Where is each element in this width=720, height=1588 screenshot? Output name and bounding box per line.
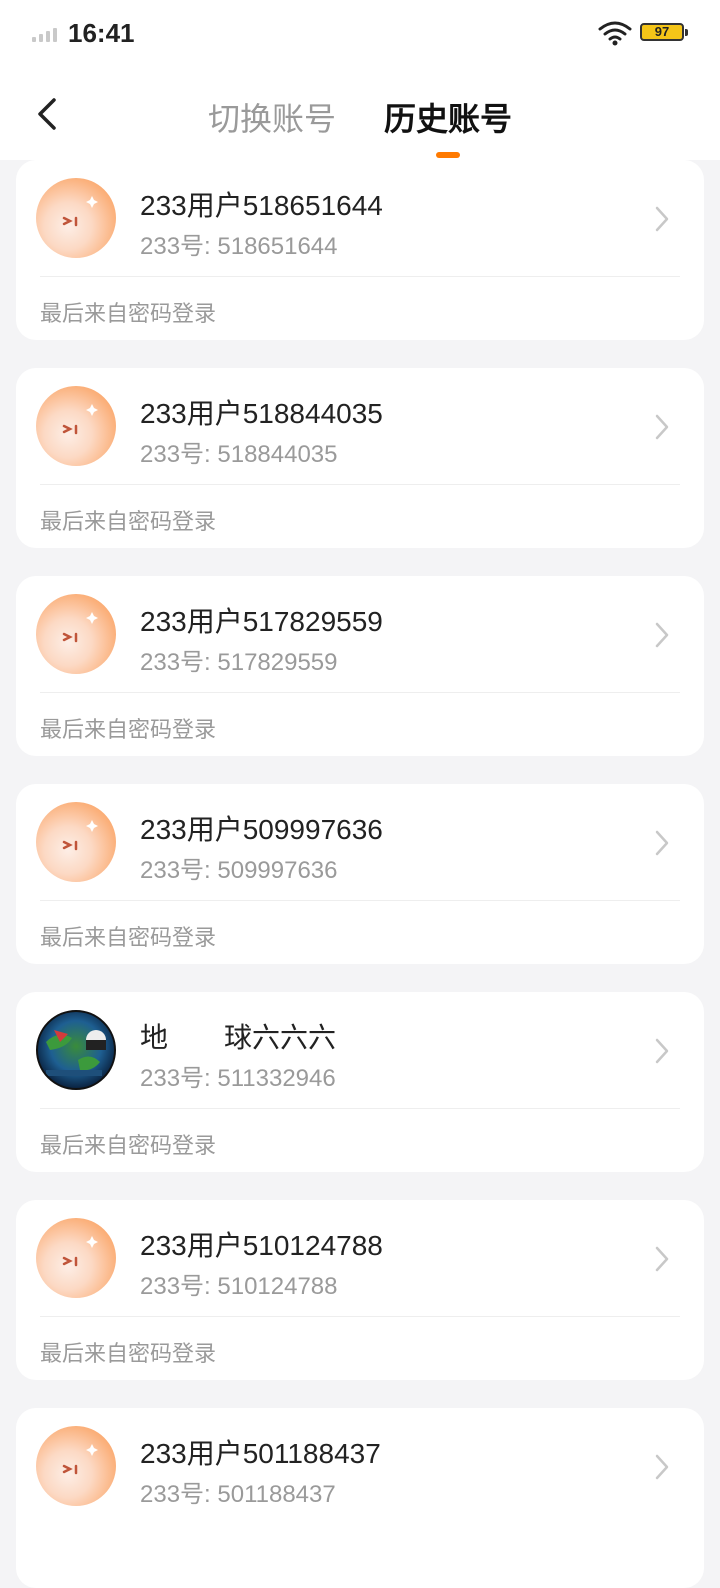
- last-login-text: 最后来自密码登录: [40, 301, 217, 326]
- divider: [40, 1316, 680, 1317]
- chevron-right-icon[interactable]: [652, 1244, 672, 1274]
- account-id: 233号: 511332946: [140, 1065, 336, 1092]
- account-card[interactable]: 233用户510124788 233号: 510124788 最后来自密码登录: [16, 1200, 704, 1380]
- tab-history-account[interactable]: 历史账号: [384, 94, 512, 140]
- divider: [40, 1108, 680, 1109]
- default-avatar-icon: [36, 1426, 116, 1506]
- last-login-text: 最后来自密码登录: [40, 1341, 217, 1366]
- wifi-icon: [598, 21, 632, 46]
- last-login-text: 最后来自密码登录: [40, 925, 217, 950]
- account-id: 233号: 509997636: [140, 857, 338, 884]
- account-name: 233用户518651644: [140, 190, 383, 221]
- back-button[interactable]: [28, 94, 68, 134]
- chevron-right-icon[interactable]: [652, 204, 672, 234]
- account-id: 233号: 518651644: [140, 233, 338, 260]
- last-login-text: 最后来自密码登录: [40, 509, 217, 534]
- chevron-right-icon[interactable]: [652, 828, 672, 858]
- default-avatar-icon: [36, 594, 116, 674]
- status-bar: 16:41 97: [0, 0, 720, 68]
- chevron-right-icon[interactable]: [652, 1452, 672, 1482]
- account-card[interactable]: 地 球六六六 233号: 511332946 最后来自密码登录: [16, 992, 704, 1172]
- signal-icon: [32, 28, 57, 42]
- last-login-text: 最后来自密码登录: [40, 1133, 217, 1158]
- nav-bar: 切换账号 历史账号: [0, 68, 720, 160]
- divider: [40, 484, 680, 485]
- battery-icon: 97: [640, 23, 688, 41]
- account-name: 233用户510124788: [140, 1230, 383, 1261]
- tab-switch-account[interactable]: 切换账号: [208, 94, 336, 140]
- account-card[interactable]: 233用户518651644 233号: 518651644 最后来自密码登录: [16, 160, 704, 340]
- account-name: 233用户518844035: [140, 398, 383, 429]
- chevron-right-icon[interactable]: [652, 620, 672, 650]
- account-name: 233用户517829559: [140, 606, 383, 637]
- status-time: 16:41: [68, 18, 135, 48]
- account-id: 233号: 501188437: [140, 1481, 336, 1508]
- account-id: 233号: 518844035: [140, 441, 338, 468]
- default-avatar-icon: [36, 802, 116, 882]
- default-avatar-icon: [36, 1218, 116, 1298]
- last-login-text: 最后来自密码登录: [40, 717, 217, 742]
- account-card[interactable]: 233用户518844035 233号: 518844035 最后来自密码登录: [16, 368, 704, 548]
- account-name: 233用户509997636: [140, 814, 383, 845]
- account-card[interactable]: 233用户501188437 233号: 501188437: [16, 1408, 704, 1588]
- divider: [40, 276, 680, 277]
- chevron-right-icon[interactable]: [652, 412, 672, 442]
- tab-active-indicator: [436, 152, 460, 158]
- account-card[interactable]: 233用户517829559 233号: 517829559 最后来自密码登录: [16, 576, 704, 756]
- account-id: 233号: 510124788: [140, 1273, 338, 1300]
- account-card[interactable]: 233用户509997636 233号: 509997636 最后来自密码登录: [16, 784, 704, 964]
- account-id: 233号: 517829559: [140, 649, 338, 676]
- account-name: 233用户501188437: [140, 1438, 381, 1469]
- account-name: 地 球六六六: [140, 1022, 337, 1053]
- divider: [40, 692, 680, 693]
- divider: [40, 900, 680, 901]
- default-avatar-icon: [36, 178, 116, 258]
- earth-avatar-icon: [36, 1010, 116, 1090]
- default-avatar-icon: [36, 386, 116, 466]
- chevron-right-icon[interactable]: [652, 1036, 672, 1066]
